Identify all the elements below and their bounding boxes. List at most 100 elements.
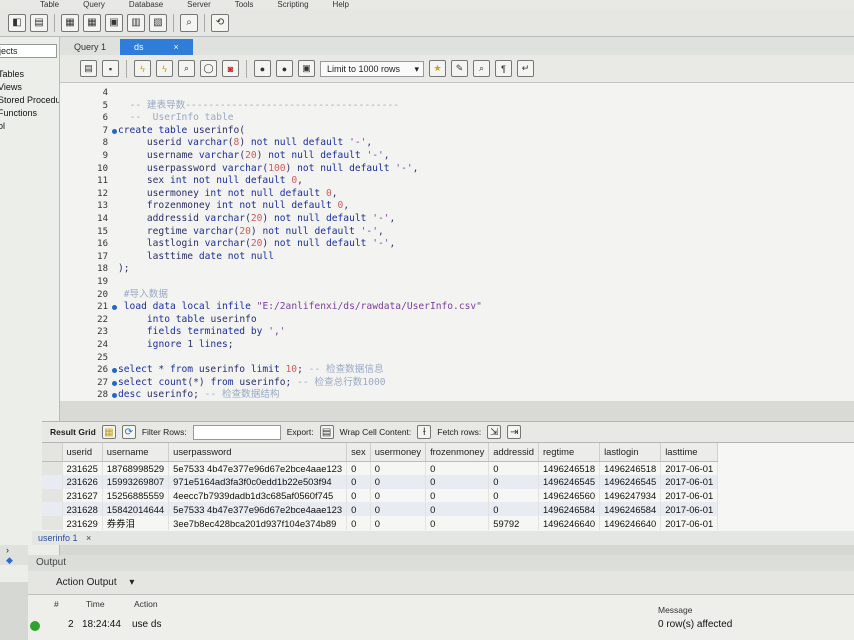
code-line[interactable]: 7 create table userinfo(	[60, 125, 854, 138]
fetch-all-icon[interactable]: ⇥	[507, 425, 522, 439]
table-cell[interactable]: 0	[425, 516, 490, 531]
table-row[interactable]: 231625 18768998529 5e7533 4b47e377e96d67e2…	[42, 461, 719, 475]
filter-rows-input[interactable]	[192, 424, 281, 440]
menu-item[interactable]: Tools	[235, 0, 254, 9]
tree-item-tables[interactable]: Tables	[0, 68, 59, 81]
table-cell[interactable]: 3ee7b8ec428bca201d937f104e374b89	[168, 516, 348, 531]
table-cell[interactable]: 2017-06-01	[660, 516, 719, 531]
code-line[interactable]: 5 -- 建表导数-------------------------------…	[60, 100, 854, 113]
table-cell[interactable]: 0	[370, 461, 427, 475]
fetch-next-icon[interactable]: ⇲	[487, 425, 502, 439]
code-line[interactable]: 13 frozenmoney int not null default 0,	[60, 200, 854, 213]
table-cell[interactable]: 231625	[62, 461, 103, 475]
close-icon[interactable]: ×	[174, 39, 179, 55]
table-cell[interactable]: 971e5164ad3fa3f0c0edd1b22e503f94	[168, 474, 348, 489]
table-cell[interactable]: 1496247934	[599, 488, 662, 503]
procedure-icon[interactable]: ▥	[127, 13, 145, 32]
code-line[interactable]: 15 regtime varchar(20) not null default …	[60, 226, 854, 239]
table-row[interactable]: 231628 15842014644 5e7533 4b47e377e96d67e2…	[42, 502, 719, 517]
output-row[interactable]: 2 18:24:44 use ds 0 row(s) affected	[28, 619, 854, 633]
table-cell[interactable]: 0	[346, 461, 371, 475]
stop-icon[interactable]: ◯	[200, 60, 217, 77]
table-cell[interactable]: 1496246560	[538, 488, 601, 503]
code-line[interactable]: 9 username varchar(20) not null default …	[60, 150, 854, 163]
row-header[interactable]	[42, 488, 63, 503]
table-cell[interactable]: 1496246584	[599, 502, 662, 517]
code-line[interactable]: 8 userid varchar(8) not null default '-'…	[60, 137, 854, 150]
new-query-icon[interactable]: ◧	[8, 13, 26, 32]
table-cell[interactable]: 1496246640	[599, 516, 662, 531]
chevron-down-icon[interactable]: ▾	[129, 577, 134, 588]
tree-item-procedures[interactable]: Stored Procedures	[0, 94, 59, 107]
table-cell[interactable]: 231628	[62, 502, 103, 517]
menu-item[interactable]: Help	[333, 0, 349, 9]
execute-icon[interactable]: ϟ	[134, 60, 151, 77]
expand-icon[interactable]: ›	[0, 545, 28, 555]
action-output-select[interactable]: Action Output	[56, 577, 117, 588]
table-cell[interactable]: 15993269807	[102, 474, 170, 489]
code-line[interactable]: 10 userpassword varchar(100) not null de…	[60, 163, 854, 176]
column-header-lasttime[interactable]: lasttime	[660, 443, 719, 462]
column-header-userpassword[interactable]: userpassword	[168, 443, 348, 462]
code-line[interactable]: 16 lastlogin varchar(20) not null defaul…	[60, 238, 854, 251]
table-cell[interactable]: 0	[346, 474, 371, 489]
schema-icon[interactable]: ▦	[61, 13, 79, 32]
code-line[interactable]: 24 ignore 1 lines;	[60, 339, 854, 352]
wrap-lines-icon[interactable]: ↵	[517, 60, 534, 77]
column-header-userid[interactable]: userid	[62, 443, 103, 462]
table-row[interactable]: 231629 券券泪 3ee7b8ec428bca201d937f104e374b8…	[42, 516, 719, 531]
table-cell[interactable]: 0	[425, 488, 490, 503]
table-cell[interactable]: 231627	[62, 488, 103, 503]
table-row[interactable]: 231627 15256885559 4eecc7b7939dadb1d3c685a…	[42, 488, 719, 503]
code-line[interactable]: 17 lasttime date not null	[60, 251, 854, 264]
reconnect-icon[interactable]: ⟲	[211, 13, 229, 32]
table-cell[interactable]: 15842014644	[102, 502, 170, 517]
code-line[interactable]: 28 desc userinfo; -- 检查数据结构	[60, 389, 854, 401]
code-line[interactable]: 26 select * from userinfo limit 10; -- 检查…	[60, 364, 854, 377]
column-header-lastlogin[interactable]: lastlogin	[599, 443, 662, 462]
toggle-errors-icon[interactable]: ◙	[222, 60, 239, 77]
table-cell[interactable]: 0	[488, 502, 539, 517]
code-line[interactable]: 20 #导入数据	[60, 289, 854, 302]
table-cell[interactable]: 1496246584	[538, 502, 601, 517]
code-line[interactable]: 4	[60, 87, 854, 100]
table-cell[interactable]: 0	[346, 502, 371, 517]
code-line[interactable]: 11 sex int not null default 0,	[60, 175, 854, 188]
row-header[interactable]	[42, 516, 63, 531]
table-cell[interactable]: 0	[370, 474, 427, 489]
tree-item-views[interactable]: Views	[0, 81, 59, 94]
code-line[interactable]: 18);	[60, 263, 854, 276]
tree-item-functions[interactable]: Functions	[0, 107, 59, 120]
table-cell[interactable]: 5e7533 4b47e377e96d67e2bce4aae123	[168, 461, 348, 475]
table-cell[interactable]: 0	[488, 474, 539, 489]
refresh-icon[interactable]: ⟳	[121, 425, 136, 439]
table-cell[interactable]: 4eecc7b7939dadb1d3c685af0560f745	[168, 488, 348, 503]
commit-icon[interactable]: ●	[254, 60, 271, 77]
find-icon[interactable]: ⌕	[473, 60, 490, 77]
result-grid[interactable]: userid username userpassword sex usermoney fr…	[42, 443, 854, 531]
code-line[interactable]: 12 usermoney int not null default 0,	[60, 188, 854, 201]
table-cell[interactable]: 0	[488, 461, 539, 475]
menu-item[interactable]: Query	[83, 0, 105, 9]
code-line[interactable]: 22 into table userinfo	[60, 314, 854, 327]
table-cell[interactable]: 231626	[62, 474, 103, 489]
code-line[interactable]: 14 addressid varchar(20) not null defaul…	[60, 213, 854, 226]
explain-icon[interactable]: ⌕	[178, 60, 195, 77]
table-cell[interactable]: 0	[425, 461, 490, 475]
menu-item[interactable]: Scripting	[277, 0, 308, 9]
column-header-sex[interactable]: sex	[346, 443, 371, 462]
table-cell[interactable]: 1496246545	[599, 474, 662, 489]
tree-item-other[interactable]: ol	[0, 120, 59, 133]
result-grid-tab[interactable]: Result Grid	[50, 427, 96, 437]
panel-splitter[interactable]	[60, 401, 854, 421]
table-row[interactable]: 231626 15993269807 971e5164ad3fa3f0c0edd1b…	[42, 474, 719, 489]
code-line[interactable]: 23 fields terminated by ','	[60, 326, 854, 339]
table-cell[interactable]: 券券泪	[102, 516, 170, 531]
result-tab-userinfo[interactable]: userinfo 1	[38, 533, 78, 543]
table-cell[interactable]: 59792	[488, 516, 539, 531]
table-cell[interactable]: 0	[346, 516, 371, 531]
code-line[interactable]: 21 load data local infile "E:/2anlifenxi…	[60, 301, 854, 314]
row-limit-select[interactable]: Limit to 1000 rows	[320, 60, 424, 77]
row-header[interactable]	[42, 461, 63, 475]
table-cell[interactable]: 0	[370, 488, 427, 503]
